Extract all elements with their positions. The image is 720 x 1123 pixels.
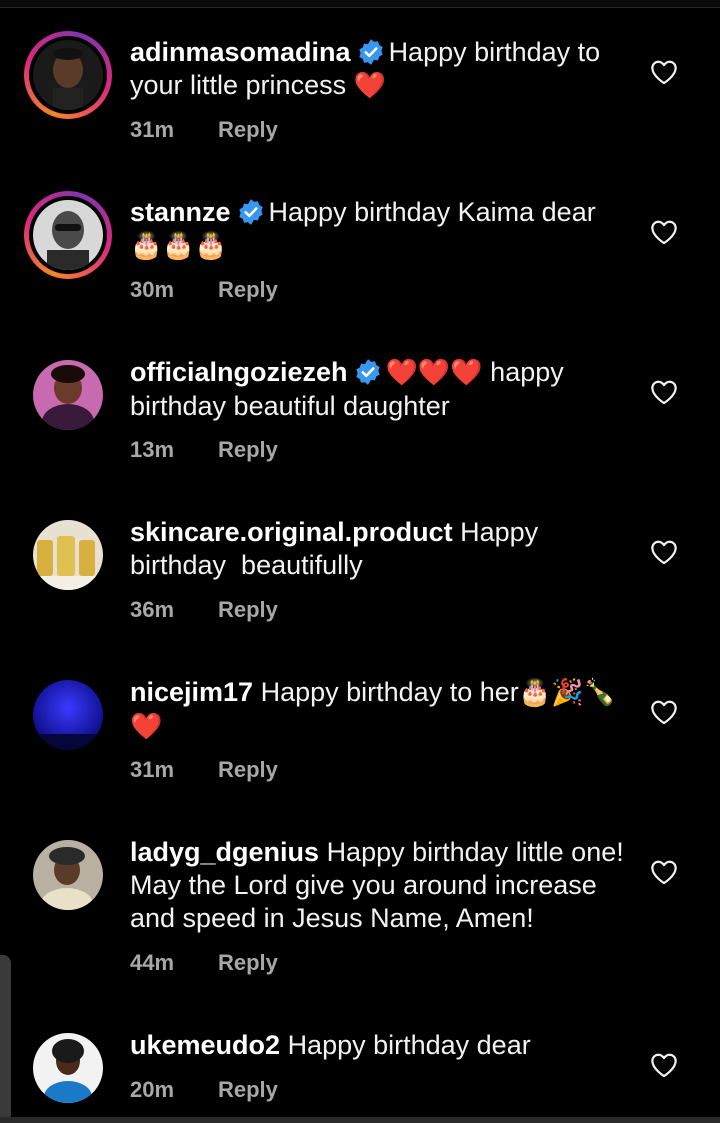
comment-meta: 44m Reply [130,950,278,976]
avatar[interactable] [33,680,103,750]
reply-button[interactable]: Reply [218,437,278,462]
avatar-wrap[interactable] [24,511,112,599]
comment-text: stannze Happy birthday Kaima dear 🎂🎂🎂 [130,196,630,263]
comment-emoji: ❤️ [353,71,386,101]
comment-body: Happy birthday dear [287,1030,531,1060]
avatar[interactable] [33,200,103,270]
reply-button[interactable]: Reply [218,117,278,142]
comment-text: nicejim17 Happy birthday to her🎂🎉🍾❤️ [130,676,630,744]
comment-meta: 20m Reply [130,1077,278,1103]
heart-outline-icon[interactable] [650,219,678,245]
avatar-story-ring[interactable] [24,191,112,279]
comment-time: 31m [130,117,175,142]
reply-button[interactable]: Reply [218,1077,278,1102]
comment-meta: 36m Reply [130,597,278,623]
comment-time: 30m [130,277,175,302]
verified-badge-icon [358,39,383,65]
comment-username[interactable]: skincare.original.product [130,517,453,547]
verified-badge-icon [355,359,380,385]
comment-text: ukemeudo2 Happy birthday dear [130,1029,630,1062]
comment-time: 36m [130,597,175,622]
comment-username[interactable]: nicejim17 [130,677,253,707]
comment-meta: 30m Reply [130,277,278,303]
comment-username[interactable]: stannze [130,197,231,227]
comment-text: adinmasomadina Happy birthday to your lit… [130,36,630,103]
heart-outline-icon[interactable] [650,699,678,725]
top-divider [0,0,720,8]
comment-text: ladyg_dgenius Happy birthday little one!… [130,836,630,935]
comment-username[interactable]: adinmasomadina [130,37,351,67]
reply-button[interactable]: Reply [218,597,278,622]
comment-username[interactable]: ukemeudo2 [130,1030,280,1060]
comment-meta: 31m Reply [130,757,278,783]
comment-time: 20m [130,1077,175,1102]
comment-time: 31m [130,757,175,782]
heart-outline-icon[interactable] [650,379,678,405]
comment-meta: 31m Reply [130,117,278,143]
comment-meta: 13m Reply [130,437,278,463]
avatar-wrap[interactable] [24,831,112,919]
comment-username[interactable]: ladyg_dgenius [130,837,319,867]
avatar-story-ring[interactable] [24,31,112,119]
heart-outline-icon[interactable] [650,1052,678,1078]
avatar-wrap[interactable] [24,671,112,759]
comment-username[interactable]: officialngoziezeh [130,357,348,387]
reply-button[interactable]: Reply [218,950,278,975]
verified-badge-icon [238,199,263,225]
comment-time: 44m [130,950,175,975]
avatar-wrap[interactable] [24,351,112,439]
scrollbar[interactable] [0,955,11,1123]
heart-outline-icon[interactable] [650,539,678,565]
comment-body: Happy birthday to her [260,677,519,707]
avatar-wrap[interactable] [24,1024,112,1112]
comment-text: skincare.original.product Happy birthday… [130,516,630,582]
comment-time: 13m [130,437,175,462]
avatar[interactable] [33,840,103,910]
avatar[interactable] [33,360,103,430]
bottom-divider [0,1117,720,1123]
avatar[interactable] [33,1033,103,1103]
avatar[interactable] [33,40,103,110]
reply-button[interactable]: Reply [218,277,278,302]
comment-body: Happy birthday Kaima dear [268,197,596,227]
comment-text: officialngoziezeh ❤️❤️❤️ happy birthday b… [130,356,630,423]
heart-outline-icon[interactable] [650,859,678,885]
comment-emoji: ❤️❤️❤️ [385,358,483,388]
heart-outline-icon[interactable] [650,59,678,85]
reply-button[interactable]: Reply [218,757,278,782]
comment-emoji: 🎂🎂🎂 [130,231,228,261]
avatar[interactable] [33,520,103,590]
